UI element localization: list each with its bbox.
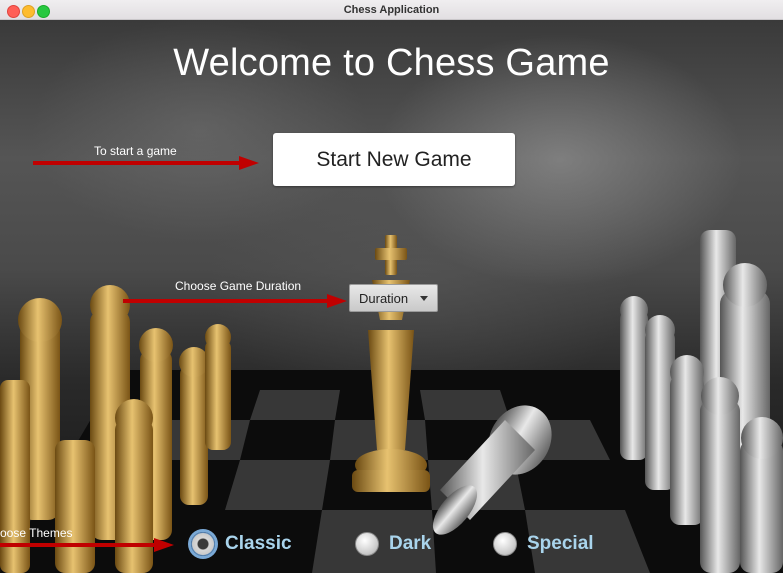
radio-unselected-icon: [493, 532, 517, 556]
close-window-button[interactable]: [7, 5, 20, 18]
radio-unselected-icon: [355, 532, 379, 556]
background-image: Welcome to Chess Game To start a game St…: [0, 20, 783, 573]
title-bar: Chess Application: [0, 0, 783, 20]
maximize-window-button[interactable]: [37, 5, 50, 18]
duration-dropdown-value: Duration: [359, 290, 409, 306]
chevron-down-icon: [420, 296, 428, 301]
theme-radio-special[interactable]: Special: [493, 532, 594, 556]
theme-radio-dark[interactable]: Dark: [355, 532, 431, 556]
duration-arrow-icon: [123, 294, 347, 308]
start-game-arrow-icon: [33, 156, 259, 170]
theme-label-special: Special: [527, 533, 594, 554]
themes-arrow-icon: [0, 538, 174, 552]
theme-label-dark: Dark: [389, 533, 432, 554]
duration-dropdown[interactable]: Duration: [349, 284, 438, 312]
duration-annotation: Choose Game Duration: [175, 279, 302, 293]
theme-radio-classic[interactable]: Classic: [191, 532, 292, 556]
start-new-game-button[interactable]: Start New Game: [273, 133, 515, 186]
theme-label-classic: Classic: [225, 533, 292, 554]
minimize-window-button[interactable]: [22, 5, 35, 18]
welcome-heading: Welcome to Chess Game: [173, 42, 610, 84]
radio-selected-icon: [191, 532, 215, 556]
window-title: Chess Application: [343, 3, 440, 16]
